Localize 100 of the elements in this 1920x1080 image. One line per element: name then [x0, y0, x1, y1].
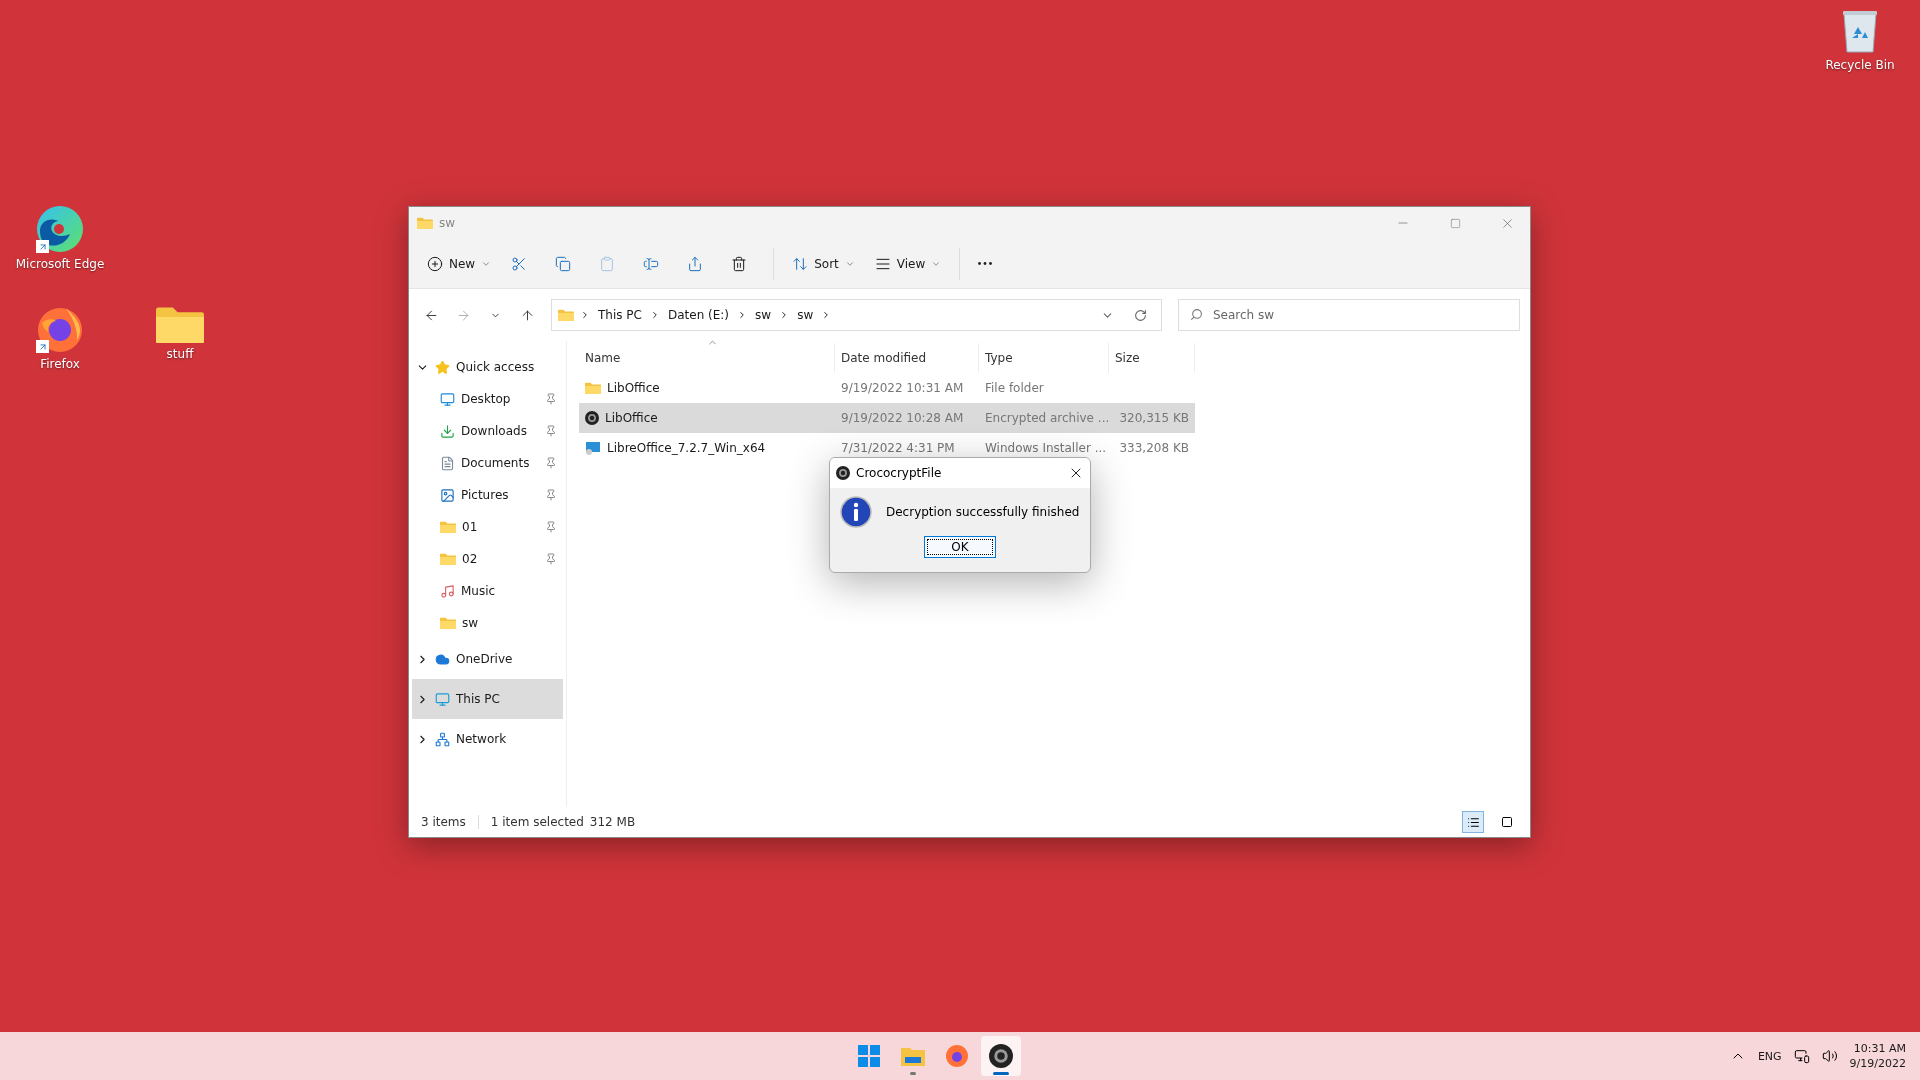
selection-size: 312 MB	[589, 815, 636, 829]
column-header[interactable]: Type	[979, 343, 1109, 373]
music-icon	[440, 583, 455, 599]
folder-icon	[417, 216, 433, 230]
rename-icon	[643, 255, 660, 272]
network-icon[interactable]	[1793, 1048, 1810, 1064]
document-icon	[440, 455, 455, 471]
list-icon	[1466, 815, 1480, 829]
picture-icon	[440, 487, 455, 503]
dialog-title: CrococryptFile	[856, 466, 943, 480]
desktop-icon-label[interactable]: Microsoft Edge	[15, 257, 105, 271]
disc-icon	[585, 411, 599, 425]
sort-button[interactable]: Sort	[784, 245, 863, 282]
share-icon	[687, 255, 704, 272]
clock-date[interactable]: 9/19/2022	[1849, 1057, 1906, 1070]
app-icon	[836, 466, 850, 480]
refresh-icon[interactable]	[1134, 308, 1147, 322]
folder-icon	[440, 552, 456, 566]
sidebar-item[interactable]: Network	[412, 719, 563, 759]
file-row[interactable]: LibOffice 9/19/2022 10:31 AM File folder	[579, 373, 1195, 403]
file-row[interactable]: LibreOffice_7.2.7_Win_x64 7/31/2022 4:31 PM Windows Installer ... 333,208 KB	[579, 433, 1195, 463]
clock-time[interactable]: 10:31 AM	[1853, 1042, 1906, 1055]
type-cell-text: Encrypted archive ...	[984, 411, 1109, 425]
breadcrumb-item[interactable]: sw	[753, 308, 774, 322]
sidebar-item[interactable]: Documents	[412, 447, 563, 479]
breadcrumb-item[interactable]: sw	[795, 308, 816, 322]
column-header[interactable]: Name	[579, 343, 835, 373]
folder-icon	[900, 1046, 925, 1066]
folder-icon	[156, 305, 204, 344]
folder-icon	[440, 520, 456, 534]
installer-icon	[585, 441, 601, 455]
copy-icon	[555, 255, 572, 272]
sidebar-item[interactable]: Pictures	[412, 479, 563, 511]
firefox-logo-icon	[36, 305, 84, 353]
scissors-icon	[511, 255, 528, 272]
selection-info: 1 item selected	[490, 815, 584, 829]
sort-icon	[792, 255, 809, 272]
trash-icon	[731, 255, 748, 272]
plus-icon	[427, 255, 443, 272]
arrow-right-icon	[455, 307, 471, 323]
folder-icon	[440, 616, 456, 630]
type-cell-text: Windows Installer ...	[984, 441, 1108, 455]
maximize-icon	[1449, 217, 1461, 229]
square-icon	[1501, 816, 1513, 828]
desktop-icon-label[interactable]: Recycle Bin	[1825, 58, 1895, 72]
desktop-icon-label[interactable]: stuff	[166, 347, 194, 362]
desktop-icon-label[interactable]: Firefox	[40, 357, 80, 371]
address-bar[interactable]: This PC Daten (E:) sw sw	[551, 299, 1162, 331]
windows-logo-icon	[857, 1045, 880, 1067]
volume-icon[interactable]	[1821, 1048, 1838, 1064]
computer-icon	[435, 691, 450, 707]
size-cell-text: 333,208 KB	[1118, 441, 1190, 455]
search-icon	[1190, 308, 1203, 321]
language-indicator[interactable]: ENG	[1757, 1049, 1782, 1063]
search-field[interactable]: Search sw	[1178, 299, 1520, 331]
view-button[interactable]: View	[866, 245, 950, 282]
desktop-icon	[440, 391, 455, 407]
sidebar-item[interactable]: sw	[412, 607, 563, 639]
taskbar-app-button[interactable]	[980, 1036, 1021, 1076]
edge-logo-icon	[36, 205, 84, 253]
type-cell-text: File folder	[984, 381, 1045, 395]
ok-button[interactable]: OK	[924, 536, 996, 558]
item-count: 3 items	[421, 815, 466, 829]
info-icon	[840, 496, 872, 528]
download-icon	[440, 423, 455, 439]
sidebar-item[interactable]: Desktop	[412, 383, 563, 415]
new-button[interactable]: New	[419, 245, 500, 282]
file-name-cell: LibOffice	[579, 411, 835, 425]
sidebar-item[interactable]: Music	[412, 575, 563, 607]
breadcrumb-item[interactable]: This PC	[596, 308, 644, 322]
breadcrumb-item[interactable]: Daten (E:)	[665, 308, 732, 322]
recycle-bin-icon	[1840, 8, 1880, 54]
firefox-logo-icon	[944, 1044, 969, 1068]
date-cell-text: 9/19/2022 10:31 AM	[840, 381, 965, 395]
cloud-icon	[435, 651, 450, 667]
window-title: sw	[439, 216, 457, 230]
star-icon	[435, 359, 450, 375]
file-row[interactable]: LibOffice 9/19/2022 10:28 AM Encrypted archive ... 320,315 KB	[579, 403, 1195, 433]
disc-icon	[988, 1044, 1013, 1068]
folder-icon	[558, 308, 574, 322]
clipboard-icon	[599, 255, 616, 272]
file-name-cell: LibreOffice_7.2.7_Win_x64	[579, 441, 835, 455]
dialog-message: Decryption successfully finished	[886, 505, 1080, 519]
date-cell-text: 9/19/2022 10:28 AM	[840, 411, 965, 425]
sidebar-item[interactable]: OneDrive	[412, 639, 563, 679]
sidebar-item[interactable]: This PC	[412, 679, 563, 719]
sidebar-item[interactable]: Quick access	[412, 351, 563, 383]
size-cell-text: 320,315 KB	[1118, 411, 1190, 425]
file-name-cell: LibOffice	[579, 381, 835, 395]
chevron-right-icon	[580, 310, 590, 320]
sidebar-item[interactable]: Downloads	[412, 415, 563, 447]
more-icon	[978, 262, 993, 265]
details-view-button[interactable]	[1462, 811, 1484, 833]
folder-icon	[585, 381, 601, 395]
column-header[interactable]: Date modified	[835, 343, 979, 373]
sidebar-item[interactable]: 02	[412, 543, 563, 575]
network-icon	[435, 731, 450, 747]
sidebar-item[interactable]: 01	[412, 511, 563, 543]
date-cell-text: 7/31/2022 4:31 PM	[840, 441, 956, 455]
column-header[interactable]: Size	[1109, 343, 1195, 373]
